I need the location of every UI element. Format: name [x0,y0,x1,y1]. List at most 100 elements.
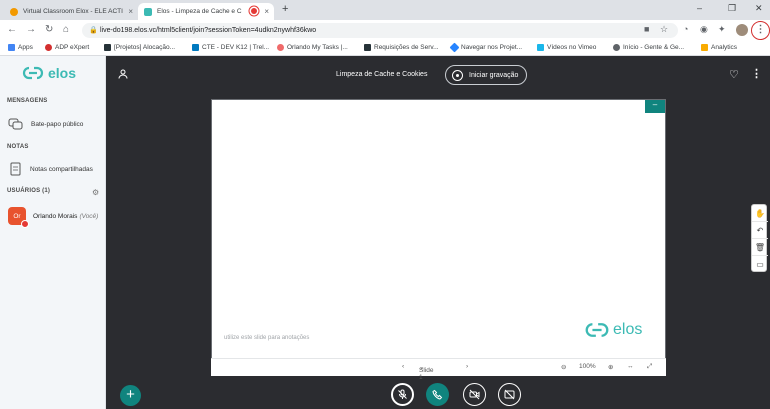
public-chat-item[interactable]: Bate-papo público [8,118,83,131]
extensions-puzzle-icon[interactable]: ✦ [718,24,726,35]
apps-grid-icon [8,44,15,51]
user-name: Orlando Morais [33,212,78,220]
close-tab-icon[interactable]: × [264,7,269,16]
back-icon[interactable]: ← [7,24,17,35]
next-slide-icon[interactable]: › [466,363,468,370]
tab-favicon [10,7,18,16]
users-section-header: USUÁRIOS (1) [7,188,51,194]
meeting-title: Limpeza de Cache e Cookies [336,71,428,78]
hand-tool-icon[interactable]: ✋ [752,205,768,222]
home-icon[interactable]: ⌂ [63,24,69,35]
tab-favicon [144,7,152,16]
extension-icon[interactable]: ◔ [683,24,688,34]
presentation-slide[interactable]: – utilize este slide para anotações elos [211,99,666,376]
heart-icon[interactable]: ♡ [729,68,739,81]
camera-in-use-icon[interactable]: ■ [644,24,649,34]
actions-button[interactable]: + [120,385,141,406]
bookmark-item[interactable]: Navegar nos Projet... [449,42,522,53]
bookmark-item[interactable]: [Projetos] Alocação... [104,44,175,51]
maximize-window-button[interactable]: ❐ [728,3,736,14]
more-options-icon[interactable]: ⋮ [751,67,762,80]
trash-icon[interactable]: 🗑 [752,239,768,256]
extension-icon[interactable]: ◉ [700,24,708,35]
lock-icon: 🔒 [89,27,98,34]
phone-icon [432,389,443,400]
gear-icon[interactable]: ⚙ [92,188,99,197]
bookmark-favicon [364,44,371,51]
tab-title: Virtual Classroom Elox - ELE ACTI [23,8,123,15]
whiteboard-icon[interactable]: ▭ [752,256,768,273]
bookmark-item[interactable]: Início - Gente & Ge... [613,44,684,51]
slide-selector[interactable]: Slide 1 ⌄ [419,363,433,381]
previous-slide-icon[interactable]: ‹ [402,363,404,370]
bookmark-star-icon[interactable]: ☆ [660,24,668,35]
main-area: Limpeza de Cache e Cookies Iniciar grava… [106,56,770,409]
url-text: live-do198.elos.vc/html5client/join?sess… [100,27,317,34]
bookmark-item[interactable]: CTE - DEV K12 | Trel... [192,44,269,51]
elos-logo-icon [22,66,44,80]
elos-logo-icon [585,323,609,337]
zoom-in-icon[interactable]: ⊕ [608,363,613,371]
record-label: Iniciar gravação [469,71,519,79]
bookmark-favicon [449,42,460,53]
bookmark-item[interactable]: ADP eXpert [45,44,89,51]
zoom-out-icon[interactable]: ⊖ [561,363,566,371]
share-webcam-button[interactable] [463,383,486,406]
tab-title: Elos - Limpeza de Cache e C [157,8,242,15]
record-icon [452,69,463,81]
analytics-icon [701,44,708,51]
slide-annotation-text: utilize este slide para anotações [224,335,310,341]
browser-menu-button[interactable]: ⋮ [751,21,770,40]
zoom-level: 100% [579,363,596,370]
profile-avatar[interactable] [736,24,748,36]
browser-tabstrip: Virtual Classroom Elox - ELE ACTI × Elos… [0,0,770,20]
messages-section-header: MENSAGENS [7,98,48,104]
mute-microphone-button[interactable] [391,383,414,406]
bookmark-favicon [45,44,52,51]
muted-status-icon [21,220,29,228]
reload-icon[interactable]: ↻ [45,24,53,35]
vimeo-icon [537,44,544,51]
mic-off-icon [398,389,407,399]
user-you-label: (Você) [79,212,99,220]
sidebar: elos MENSAGENS Bate-papo público NOTAS N… [0,56,106,409]
bookmark-apps[interactable]: Apps [8,44,33,51]
forward-icon[interactable]: → [26,24,36,35]
new-tab-button[interactable]: + [282,3,288,15]
minimize-window-button[interactable]: – [697,3,702,13]
undo-icon[interactable]: ↶ [752,222,768,239]
address-bar[interactable]: 🔒 live-do198.elos.vc/html5client/join?se… [82,23,678,38]
fullscreen-icon[interactable]: ⤢ [647,363,652,371]
bookmark-item[interactable]: Analytics [701,44,737,51]
bookmark-favicon [104,44,111,51]
start-recording-button[interactable]: Iniciar gravação [445,65,528,85]
globe-icon [613,44,620,51]
public-chat-label: Bate-papo público [31,121,84,128]
tab-virtual-classroom[interactable]: Virtual Classroom Elox - ELE ACTI × [4,3,138,20]
notes-icon [10,162,21,176]
tab-elos-active[interactable]: Elos - Limpeza de Cache e C × [138,3,274,20]
screen-share-off-icon [504,389,515,400]
close-tab-icon[interactable]: × [128,7,133,16]
bookmark-favicon [277,44,284,51]
chat-bubble-icon [8,118,23,130]
bookmark-item[interactable]: Requisições de Serv... [364,44,439,51]
share-screen-button[interactable] [498,383,521,406]
close-window-button[interactable]: ✕ [755,3,763,14]
elos-logo: elos [22,65,76,81]
bookmarks-bar: Apps ADP eXpert [Projetos] Alocação... C… [0,41,770,56]
toggle-userlist-icon[interactable] [118,69,128,79]
user-list-item[interactable]: Or Orlando Morais (Você) [8,207,99,228]
slide-elos-logo: elos [584,321,642,339]
bookmark-item[interactable]: Vídeos no Vimeo [537,44,596,51]
recording-indicator-icon [251,8,257,14]
fit-width-icon[interactable]: ↔ [627,363,634,370]
shared-notes-label: Notas compartilhadas [30,165,93,173]
avatar: Or [8,207,29,228]
bookmark-item[interactable]: Orlando My Tasks |... [277,44,348,51]
minimize-presentation-button[interactable]: – [645,100,665,113]
notes-section-header: NOTAS [7,144,29,150]
leave-audio-button[interactable] [426,383,449,406]
shared-notes-item[interactable]: Notas compartilhadas [8,162,93,176]
browser-toolbar: ← → ↻ ⌂ 🔒 live-do198.elos.vc/html5client… [0,20,770,41]
